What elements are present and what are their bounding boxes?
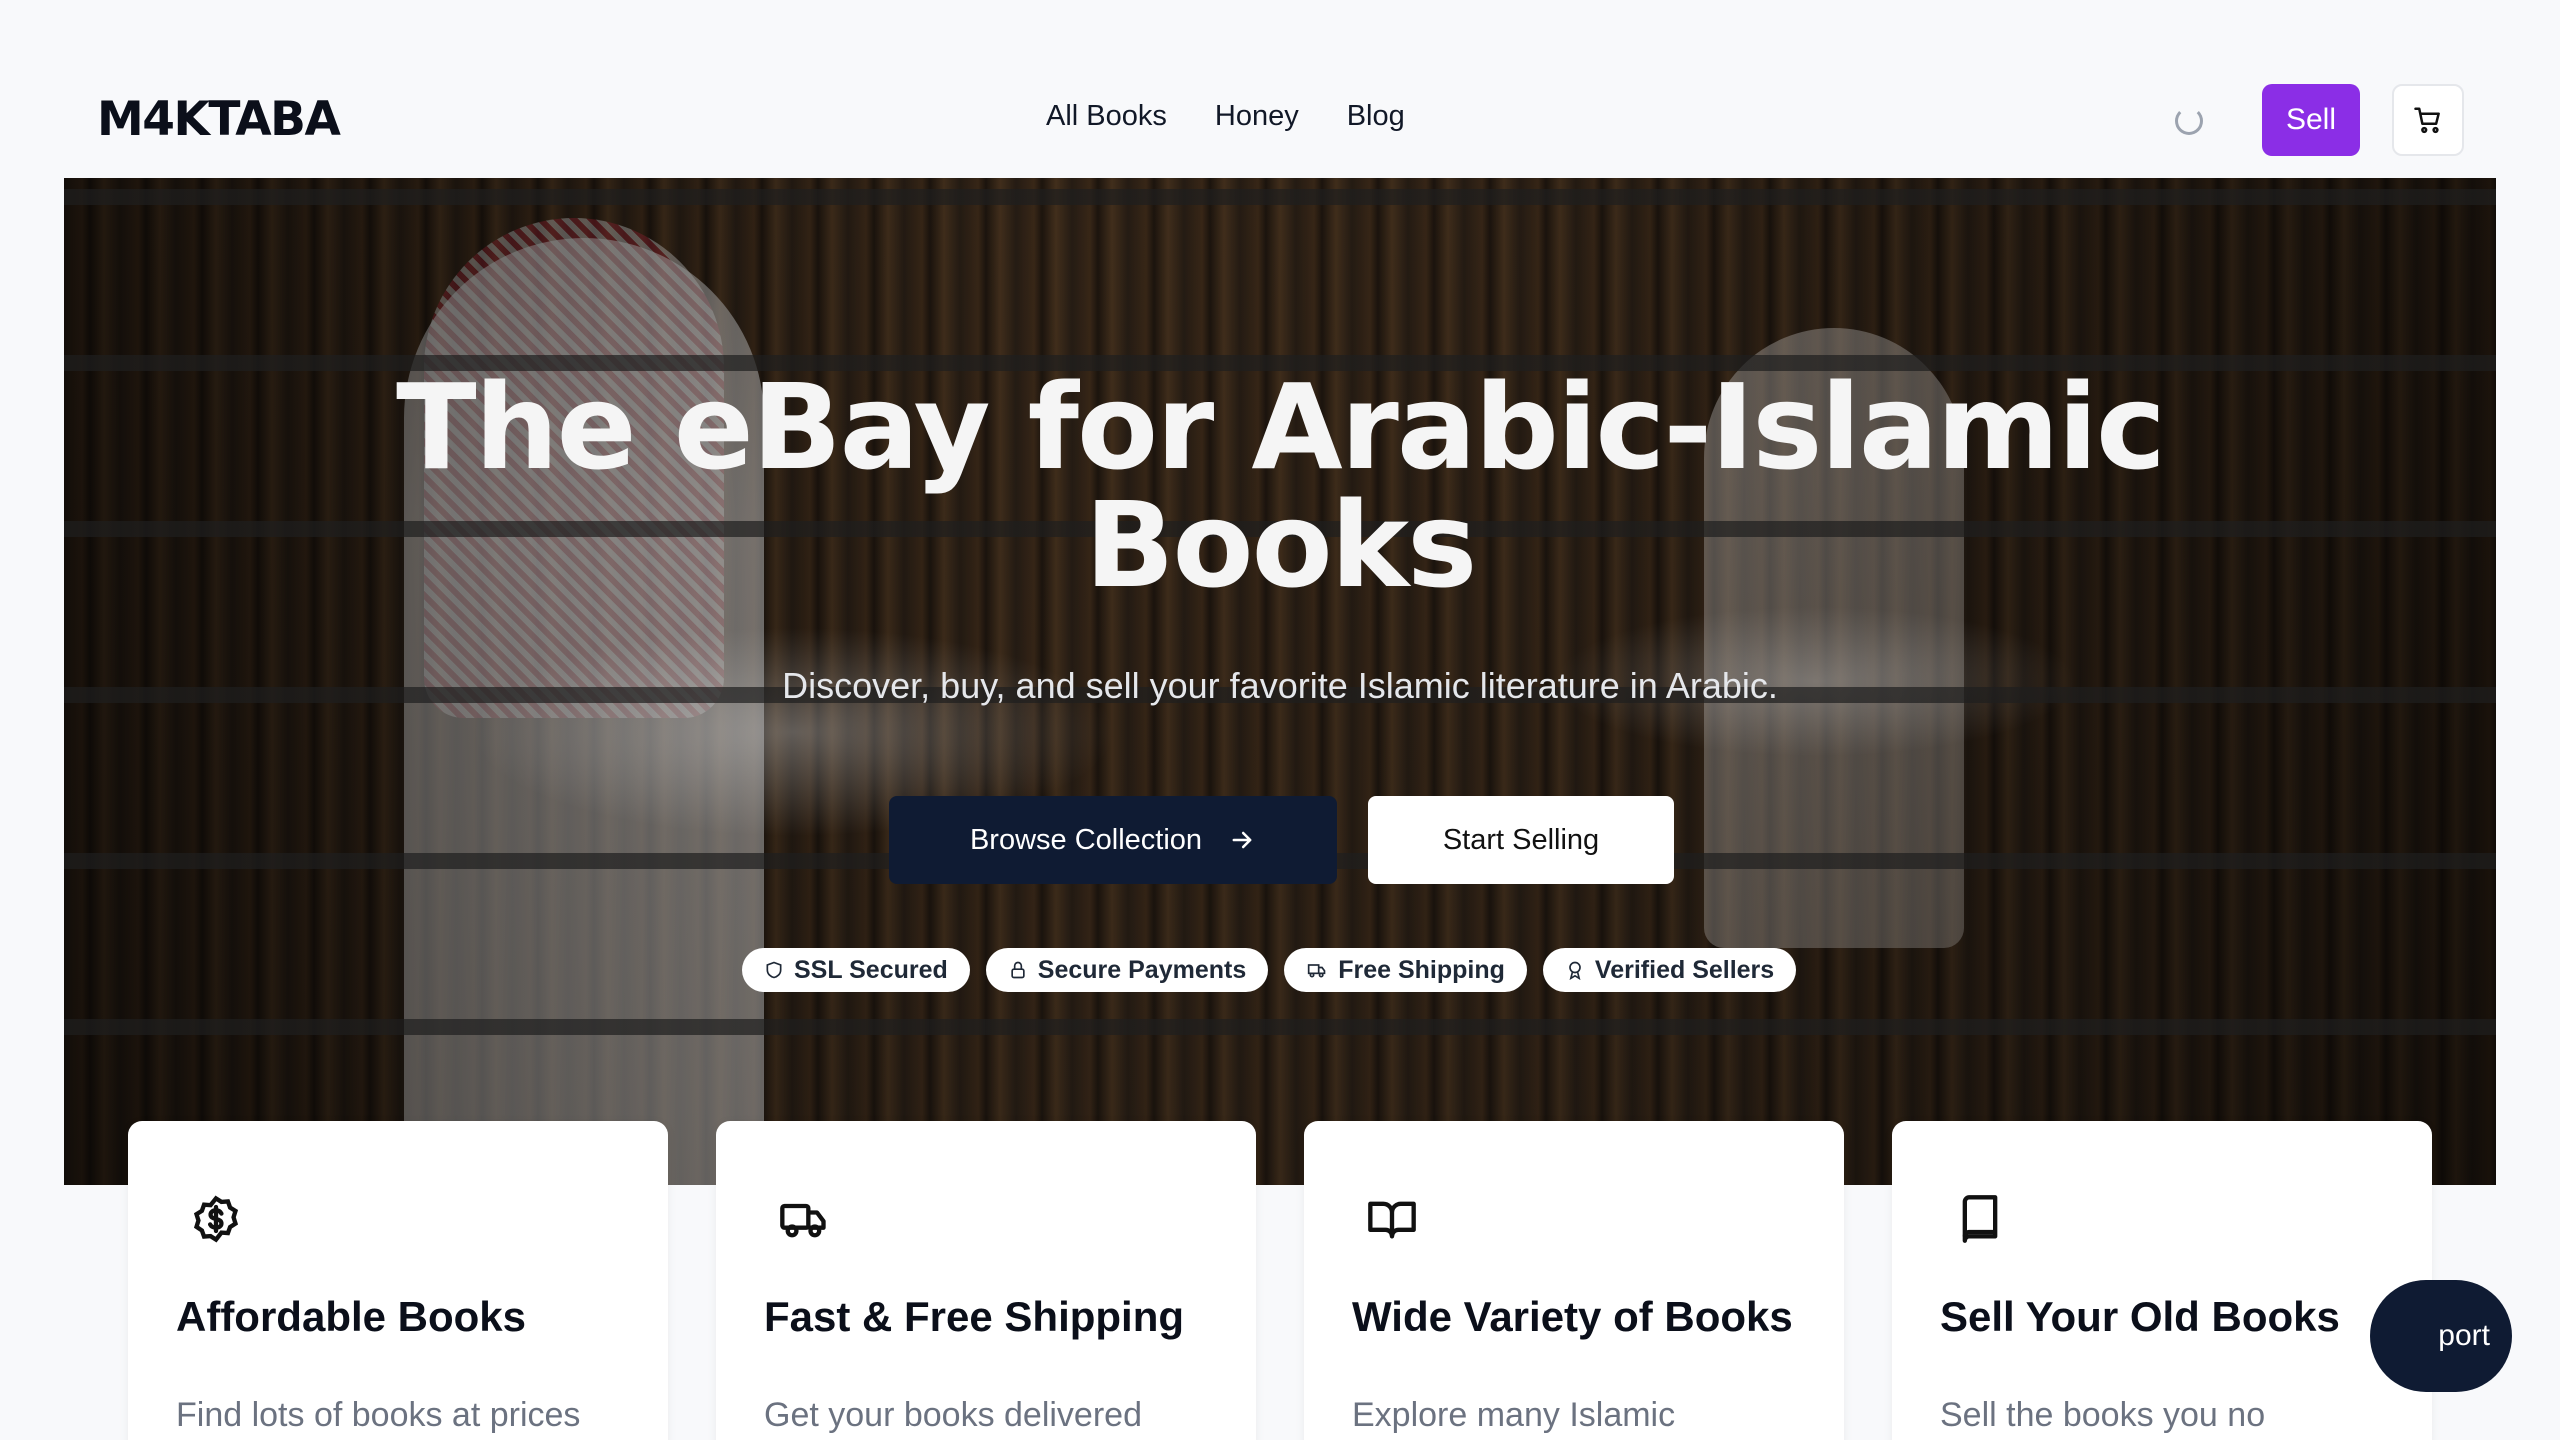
badge-label: Secure Payments (1037, 955, 1247, 984)
loading-spinner-icon (2175, 107, 2203, 135)
feature-text: Find lots of books at prices (176, 1396, 581, 1434)
trust-badges: SSL Secured Secure Payments Free Shippin… (742, 948, 1797, 992)
feature-text: Sell the books you no (1940, 1396, 2266, 1434)
cart-icon (2414, 107, 2440, 134)
nav-blog[interactable]: Blog (1347, 100, 1405, 133)
badge-label: Free Shipping (1338, 955, 1505, 984)
feature-title: Wide Variety of Books (1352, 1293, 1793, 1340)
cart-button[interactable] (2392, 84, 2464, 156)
site-header: M4KTABA All Books Honey Blog Sell (0, 0, 2560, 178)
truck-icon (780, 1203, 826, 1238)
browse-collection-button[interactable]: Browse Collection (889, 796, 1337, 884)
feature-card-variety: Wide Variety of Books Explore many Islam… (1304, 1121, 1844, 1440)
feature-text: Get your books delivered (764, 1396, 1142, 1434)
arrow-right-icon (1232, 831, 1252, 849)
feature-card-sell: Sell Your Old Books Sell the books you n… (1892, 1121, 2432, 1440)
browse-collection-label: Browse Collection (969, 823, 1203, 856)
lock-icon (1011, 961, 1025, 979)
feature-title: Sell Your Old Books (1940, 1293, 2340, 1340)
shield-icon (766, 961, 782, 979)
start-selling-button[interactable]: Start Selling (1368, 796, 1674, 884)
feature-text: Explore many Islamic (1352, 1396, 1676, 1434)
badge-ssl: SSL Secured (742, 948, 970, 992)
badge-label: SSL Secured (794, 955, 948, 984)
feature-card-shipping: Fast & Free Shipping Get your books deli… (716, 1121, 1256, 1440)
site-logo[interactable]: M4KTABA (97, 92, 341, 147)
dollar-icon (193, 1195, 239, 1243)
support-button[interactable]: port (2370, 1280, 2512, 1392)
hero-subtitle: Discover, buy, and sell your favorite Is… (782, 665, 1778, 706)
hero-title-line2: Books (1084, 476, 1478, 614)
nav-all-books[interactable]: All Books (1046, 100, 1167, 133)
badge-label: Verified Sellers (1594, 955, 1775, 984)
badge-payments: Secure Payments (985, 948, 1269, 992)
award-icon (1569, 961, 1581, 980)
feature-card-affordable: Affordable Books Find lots of books at p… (128, 1121, 668, 1440)
badge-shipping: Free Shipping (1284, 948, 1527, 992)
feature-title: Fast & Free Shipping (764, 1293, 1185, 1340)
hero-section: The eBay for Arabic-Islamic Books Discov… (64, 178, 2496, 1185)
feature-title: Affordable Books (176, 1293, 527, 1340)
sell-button[interactable]: Sell (2262, 84, 2360, 156)
badge-verified: Verified Sellers (1542, 948, 1797, 992)
open-book-icon (1368, 1201, 1416, 1239)
hero-title: The eBay for Arabic-Islamic Books (64, 368, 2496, 604)
main-nav: All Books Honey Blog (1046, 100, 1405, 133)
book-icon (1962, 1195, 1998, 1243)
truck-icon (1308, 964, 1326, 978)
nav-honey[interactable]: Honey (1215, 100, 1299, 133)
